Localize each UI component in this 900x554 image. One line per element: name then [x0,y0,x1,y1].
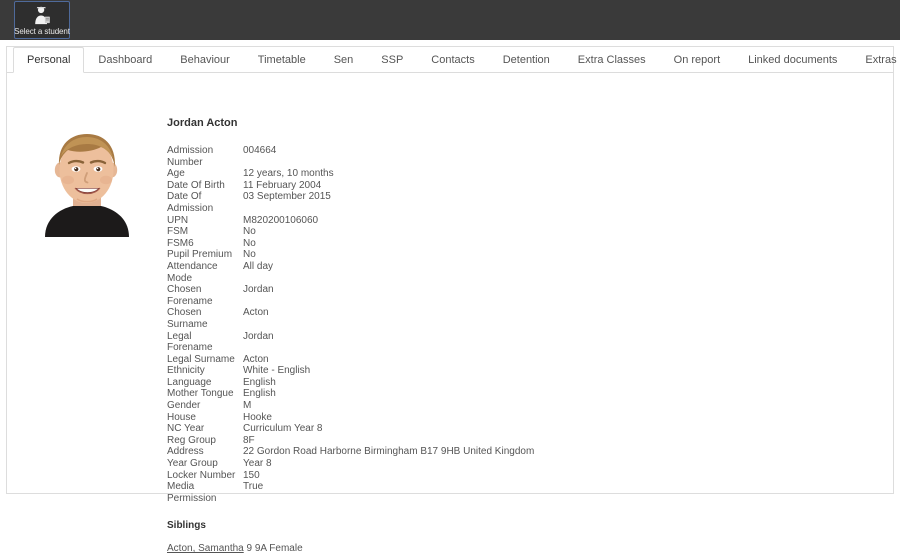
siblings-heading: Siblings [167,520,206,532]
select-a-student-label: Select a student [14,27,70,36]
select-a-student-button[interactable]: Select a student [14,1,70,39]
field-label: Legal Surname [167,353,235,365]
student-details: Jordan Acton Admission Number 004664 Age 12… [167,117,867,554]
field-row: Pupil Premium No [167,249,534,261]
field-value: No [243,249,256,261]
field-row: Date Of Birth 11 February 2004 [167,180,534,192]
field-value: No [243,237,256,249]
top-toolbar: Select a student [0,0,900,40]
field-label: Address [167,446,204,458]
field-label: UPN [167,214,189,226]
field-value: True [243,481,264,493]
field-label: Age [167,168,185,180]
tab-ssp[interactable]: SSP [367,47,417,73]
field-row: UPN M820200106060 [167,215,534,227]
field-label: Gender [167,400,201,412]
field-value: M [243,400,252,412]
field-label: Locker Number [167,469,236,481]
field-row: Legal Surname Acton [167,354,534,366]
field-value: Jordan [243,284,274,296]
field-value: 150 [243,469,260,481]
field-label: Media Permission [167,481,217,504]
field-label: Pupil Premium [167,249,233,261]
tab-detention[interactable]: Detention [489,47,564,73]
field-value: 11 February 2004 [243,179,322,191]
field-value: Hooke [243,411,272,423]
field-label: Reg Group [167,434,216,446]
field-value: 22 Gordon Road Harborne Birmingham B17 9… [243,446,535,458]
field-row: Legal Forename Jordan [167,331,534,354]
field-value: All day [243,260,274,272]
field-label: Legal Forename [167,330,213,354]
field-label: Date Of Admission [167,191,214,214]
tab-personal[interactable]: Personal [13,47,85,73]
field-value: Year 8 [243,458,272,470]
field-label: Attendance Mode [167,260,218,284]
field-row: Reg Group 8F [167,435,534,447]
field-label: FSM [167,226,189,238]
tab-timetable[interactable]: Timetable [244,47,320,73]
tab-bar: Personal Dashboard Behaviour Timetable Sen SS… [7,47,897,73]
field-row: NC Year Curriculum Year 8 [167,423,534,435]
field-row: FSM No [167,226,534,238]
field-row: Attendance Mode All day [167,261,534,284]
field-row: Year Group Year 8 [167,458,534,470]
field-row: House Hooke [167,412,534,424]
page-title: Jordan Acton [167,117,238,129]
field-row: Admission Number 004664 [167,145,534,168]
field-row: Language English [167,377,534,389]
tab-dashboard[interactable]: Dashboard [84,47,166,73]
field-value: No [243,226,256,238]
student-fields-table: Admission Number 004664 Age 12 years, 10 mo… [167,145,534,504]
tab-on-report[interactable]: On report [660,47,734,73]
sibling-row: Acton, Samantha 9 9A Female [167,543,867,554]
field-value: White - English [243,365,311,377]
field-row: Mother Tongue English [167,388,534,400]
sibling-link[interactable]: Acton, Samantha [167,543,244,554]
field-label: FSM6 [167,237,194,249]
field-label: Mother Tongue [167,388,234,400]
field-value: 12 years, 10 months [243,168,334,180]
field-row: Chosen Surname Acton [167,307,534,330]
field-value: Curriculum Year 8 [243,423,323,435]
field-value: English [243,388,276,400]
field-value: Acton [243,353,269,365]
field-row: Chosen Forename Jordan [167,284,534,307]
field-value: M820200106060 [243,214,319,226]
field-label: Chosen Surname [167,307,208,330]
field-label: NC Year [167,423,205,435]
field-row: Gender M [167,400,534,412]
field-label: Admission Number [167,145,214,168]
tab-sen[interactable]: Sen [320,47,368,73]
field-row: Ethnicity White - English [167,365,534,377]
field-label: Language [167,376,212,388]
content-card: Personal Dashboard Behaviour Timetable Sen SS… [6,46,897,554]
field-row: Locker Number 150 [167,470,534,482]
tab-extra-classes[interactable]: Extra Classes [564,47,660,73]
field-value: 004664 [243,145,277,156]
field-value: 03 September 2015 [243,191,331,203]
student-person-icon [31,5,53,25]
tab-extras[interactable]: Extras [851,47,900,73]
sibling-details: 9 9A Female [243,543,303,554]
field-label: House [167,411,196,423]
student-photo [21,123,153,237]
field-label: Chosen Forename [167,284,213,307]
field-row: FSM6 No [167,238,534,250]
field-row: Age 12 years, 10 months [167,168,534,180]
field-value: Jordan [243,330,274,342]
field-label: Year Group [167,458,218,470]
field-row: Date Of Admission 03 September 2015 [167,191,534,214]
field-row: Address 22 Gordon Road Harborne Birmingha… [167,446,534,458]
field-value: English [243,376,276,388]
field-label: Ethnicity [167,365,205,377]
siblings-list: Acton, Samantha 9 9A Female [167,543,867,554]
field-value: Acton [243,307,269,319]
field-row: Media Permission True [167,481,534,504]
tab-behaviour[interactable]: Behaviour [166,47,244,73]
tab-linked-documents[interactable]: Linked documents [734,47,851,73]
tab-contacts[interactable]: Contacts [417,47,488,73]
field-label: Date Of Birth [167,179,225,191]
field-value: 8F [243,434,255,446]
